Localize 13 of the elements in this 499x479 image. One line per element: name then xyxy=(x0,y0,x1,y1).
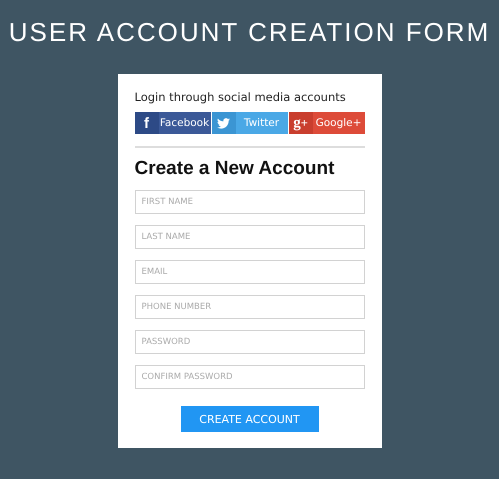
input-field[interactable]: LAST NAME xyxy=(134,225,364,249)
page-title: USER ACCOUNT CREATION FORM xyxy=(8,17,490,48)
create-account-button[interactable]: CREATE ACCOUNT xyxy=(180,406,318,432)
form-heading: Create a New Account xyxy=(134,158,336,180)
social-login-label: Login through social media accounts xyxy=(134,90,347,104)
bird-icon xyxy=(217,118,230,128)
input-field[interactable]: PHONE NUMBER xyxy=(134,295,364,319)
input-field[interactable]: CONFIRM PASSWORD xyxy=(134,365,364,389)
input-field[interactable]: FIRST NAME xyxy=(134,190,364,214)
twitter-button[interactable]: Twitter xyxy=(212,112,288,134)
facebook-button[interactable]: f Facebook xyxy=(134,112,210,134)
input-field[interactable]: EMAIL xyxy=(134,260,364,284)
input-field[interactable]: PASSWORD xyxy=(134,330,364,354)
